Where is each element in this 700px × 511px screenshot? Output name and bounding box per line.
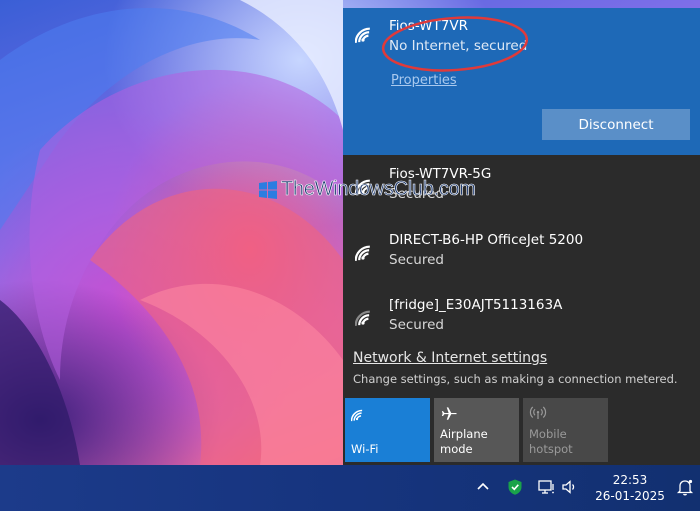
tile-label: Wi-Fi — [351, 442, 379, 456]
airplane-icon — [441, 407, 457, 420]
windows-logo-icon — [259, 180, 277, 199]
wifi-toggle-tile[interactable]: Wi-Fi — [345, 398, 430, 462]
network-settings-description: Change settings, such as making a connec… — [353, 372, 678, 386]
wifi-icon — [355, 245, 370, 261]
taskbar: 22:53 26-01-2025 — [0, 465, 700, 511]
hotspot-icon — [529, 406, 547, 419]
properties-link[interactable]: Properties — [391, 73, 457, 88]
chevron-up-icon[interactable] — [474, 478, 492, 496]
disconnect-button[interactable]: Disconnect — [542, 109, 690, 140]
network-item-2[interactable]: [fridge]_E30AJT5113163A Secured — [343, 289, 700, 351]
network-flyout: Fios-WT7VR No Internet, secured Properti… — [343, 8, 700, 465]
tile-label: Mobile hotspot — [529, 427, 573, 456]
watermark-text: TheWindowsClub.com — [281, 178, 477, 201]
network-icon[interactable] — [537, 478, 555, 496]
watermark: TheWindowsClub.com — [258, 178, 476, 201]
network-name: [fridge]_E30AJT5113163A — [389, 297, 563, 313]
network-status: Secured — [389, 317, 444, 333]
volume-icon[interactable] — [561, 478, 579, 496]
clock-time: 22:53 — [612, 473, 648, 487]
wifi-icon — [351, 409, 363, 422]
defender-shield-icon[interactable] — [506, 478, 524, 496]
clock-date: 26-01-2025 — [595, 489, 665, 503]
network-name: DIRECT-B6-HP OfficeJet 5200 — [389, 232, 584, 248]
mobile-hotspot-tile[interactable]: Mobile hotspot — [523, 398, 608, 462]
network-item-1[interactable]: DIRECT-B6-HP OfficeJet 5200 Secured — [343, 224, 700, 286]
annotation-circle — [381, 16, 529, 72]
notification-icon[interactable] — [676, 478, 694, 496]
network-status: Secured — [389, 252, 444, 268]
tile-label: Airplane mode — [440, 427, 488, 456]
wifi-icon — [355, 310, 370, 326]
network-settings-link[interactable]: Network & Internet settings — [353, 350, 547, 366]
airplane-mode-tile[interactable]: Airplane mode — [434, 398, 519, 462]
wifi-icon — [355, 27, 370, 43]
active-network-item[interactable]: Fios-WT7VR No Internet, secured Properti… — [343, 8, 700, 155]
system-clock[interactable]: 22:53 26-01-2025 — [590, 472, 670, 504]
